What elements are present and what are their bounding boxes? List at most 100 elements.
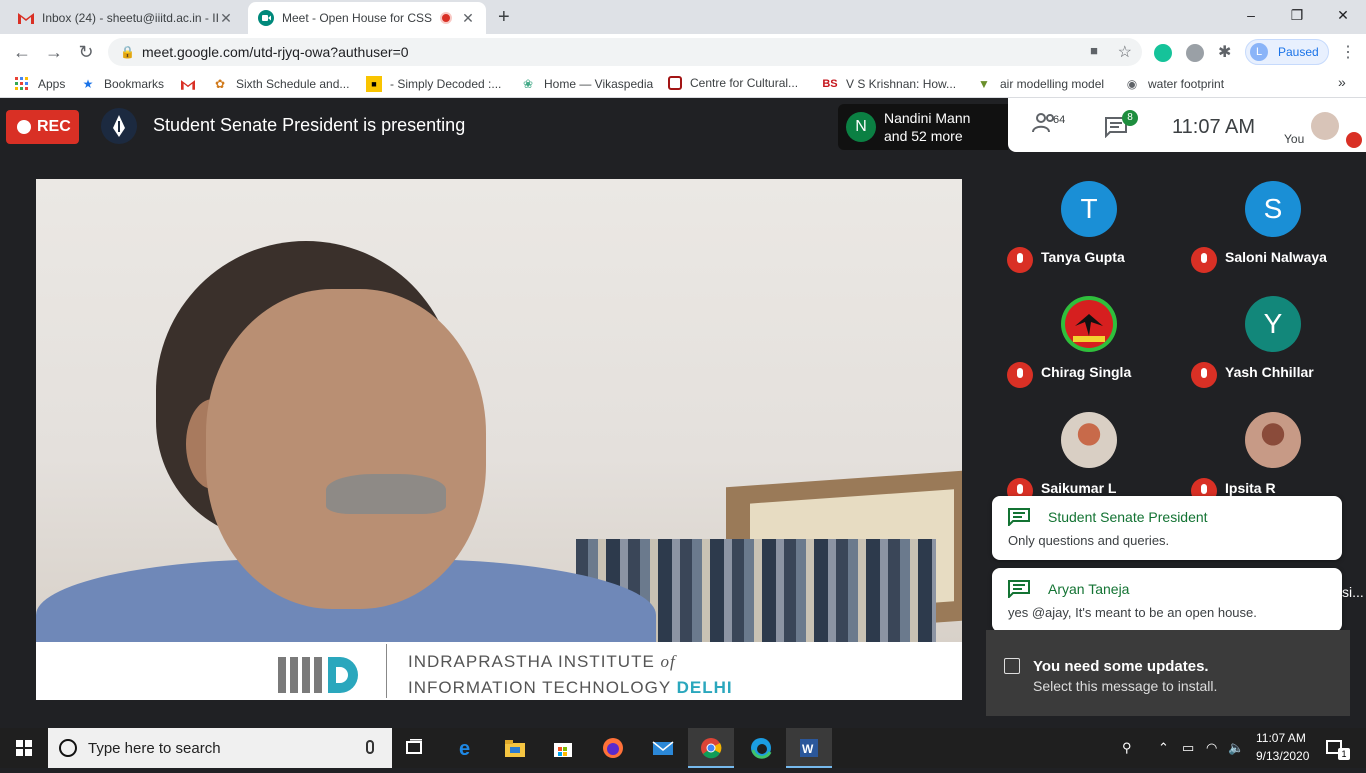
bookmarks-overflow-button[interactable]: » (1338, 74, 1346, 90)
windows-logo-icon (16, 740, 32, 756)
bookmark-simply-decoded[interactable]: ■ - Simply Decoded :... (366, 76, 501, 92)
puzzle-extensions-icon[interactable]: ✱ (1218, 44, 1236, 62)
wifi-icon[interactable]: ◠ (1206, 740, 1217, 756)
profile-status: Paused (1278, 45, 1319, 59)
institute-name-line2: INFORMATION TECHNOLOGY DELHI (408, 678, 733, 698)
start-button[interactable] (0, 728, 48, 768)
chat-toast[interactable]: Aryan Taneja yes @ajay, It's meant to be… (992, 568, 1342, 632)
apps-grid-icon (14, 76, 30, 92)
bookmark-gmail[interactable] (180, 76, 204, 92)
bookmark-vs-krishnan[interactable]: BS V S Krishnan: How... (822, 76, 956, 92)
close-icon[interactable]: ✕ (460, 10, 476, 27)
bookmark-vikaspedia[interactable]: ❀ Home — Vikaspedia (520, 76, 653, 92)
participant-tile[interactable]: T Tanya Gupta (1007, 181, 1177, 281)
bookmark-sixth-schedule[interactable]: ✿ Sixth Schedule and... (212, 76, 349, 92)
participant-name: Ipsita R (1225, 480, 1276, 496)
file-explorer-icon[interactable] (492, 728, 538, 768)
meet-top-bar: REC Student Senate President is presenti… (0, 98, 1366, 154)
edge-icon[interactable] (738, 728, 784, 768)
windows-update-notification[interactable]: You need some updates. Select this messa… (986, 630, 1350, 716)
bookmark-icon: ❀ (522, 77, 534, 91)
address-bar[interactable]: 🔒 meet.google.com/utd-rjyq-owa?authuser=… (108, 38, 1142, 66)
institute-city-text: DELHI (676, 678, 733, 697)
profile-button[interactable]: L Paused (1245, 39, 1329, 65)
recording-indicator[interactable]: REC (6, 110, 79, 144)
self-avatar[interactable] (1311, 112, 1339, 140)
firefox-icon[interactable] (590, 728, 636, 768)
chat-message: yes @ajay, It's meant to be an open hous… (1008, 605, 1257, 620)
menu-kebab-icon[interactable]: ⋮ (1340, 42, 1356, 62)
meet-clock: 11:07 AM (1172, 116, 1256, 138)
institute-name-line1: INDRAPRASTHA INSTITUTE of (408, 652, 676, 672)
chat-toast[interactable]: Student Senate President Only questions … (992, 496, 1342, 560)
institute-name-text: INFORMATION TECHNOLOGY (408, 678, 671, 697)
participant-tile[interactable]: Chirag Singla (1007, 296, 1177, 396)
new-tab-button[interactable]: + (498, 6, 510, 29)
grammarly-extension-icon[interactable] (1154, 44, 1172, 62)
edge-legacy-icon[interactable]: e (444, 728, 490, 768)
self-label: You (1284, 132, 1305, 146)
participants-summary[interactable]: N Nandini Mann and 52 more (838, 104, 1008, 150)
avatar: Y (1245, 296, 1301, 352)
bookmark-icon: ▼ (978, 77, 990, 91)
institute-of-text: of (660, 652, 676, 671)
bookmark-icon: ■ (366, 76, 382, 92)
restore-button[interactable]: ❐ (1274, 0, 1320, 30)
participant-tile[interactable]: Y Yash Chhillar (1191, 296, 1361, 396)
notification-title: You need some updates. (1033, 658, 1209, 675)
bookmark-ccrt[interactable]: Centre for Cultural... (668, 76, 798, 90)
store-icon[interactable] (540, 728, 586, 768)
back-button[interactable]: ← (10, 40, 34, 64)
tab-meet[interactable]: Meet - Open House for CSSS ✕ (248, 2, 486, 34)
tab-title: Inbox (24) - sheetu@iiitd.ac.in - II (42, 11, 218, 25)
meet-call-area: REC Student Senate President is presenti… (0, 98, 1366, 728)
bookmark-star-icon[interactable]: ☆ (1118, 42, 1132, 62)
close-window-button[interactable]: ✕ (1320, 0, 1366, 30)
notification-subtitle: Select this message to install. (1033, 678, 1218, 694)
tab-inbox[interactable]: Inbox (24) - sheetu@iiitd.ac.in - II ✕ (8, 2, 244, 34)
participant-more: and 52 more (884, 128, 963, 144)
chrome-icon[interactable] (688, 728, 734, 768)
avatar: N (846, 112, 876, 142)
bookmark-icon: BS (822, 78, 838, 90)
tray-clock[interactable]: 11:07 AM (1256, 731, 1306, 745)
camera-icon[interactable]: ■ (1090, 43, 1098, 58)
browser-toolbar: ← → ↻ 🔒 meet.google.com/utd-rjyq-owa?aut… (0, 34, 1366, 70)
chevron-up-icon[interactable]: ⌃ (1158, 740, 1169, 756)
microphone-icon[interactable] (366, 740, 374, 754)
avatar: L (1250, 43, 1268, 61)
forward-button[interactable]: → (42, 40, 66, 64)
close-icon[interactable]: ✕ (218, 10, 234, 27)
taskbar-search-box[interactable]: Type here to search (48, 728, 392, 768)
chat-icon (1008, 508, 1030, 526)
speaker-mustache (326, 474, 446, 514)
tray-date[interactable]: 9/13/2020 (1256, 749, 1309, 763)
notification-count-badge: 1 (1338, 748, 1350, 760)
mail-icon[interactable] (640, 728, 686, 768)
bookmark-water-footprint[interactable]: ◉ water footprint (1124, 76, 1224, 92)
participant-name: Nandini Mann (884, 110, 971, 126)
bookmark-air-modelling[interactable]: ▼ air modelling model (976, 76, 1104, 92)
bookmark-label: Bookmarks (104, 77, 165, 91)
extension-icon[interactable] (1186, 44, 1204, 62)
bookmark-bookmarks[interactable]: ★ Bookmarks (80, 76, 164, 92)
mic-off-icon (1191, 362, 1217, 388)
participant-tile[interactable]: S Saloni Nalwaya (1191, 181, 1361, 281)
people-tray-icon[interactable]: ⚲ (1122, 740, 1132, 756)
battery-icon[interactable]: ▭ (1182, 740, 1194, 756)
participant-name: Yash Chhillar (1225, 364, 1314, 380)
bookmark-apps[interactable]: Apps (14, 76, 65, 92)
reload-button[interactable]: ↻ (74, 40, 98, 64)
minimize-button[interactable]: – (1228, 0, 1274, 30)
chat-message: Only questions and queries. (1008, 533, 1170, 548)
search-icon (59, 739, 77, 757)
task-view-button[interactable] (392, 728, 438, 768)
participant-name: Chirag Singla (1041, 364, 1132, 380)
record-dot-icon (17, 120, 31, 134)
truncated-participant-name: si... (1342, 584, 1364, 600)
bookmark-icon: ✿ (214, 77, 226, 91)
svg-text:W: W (802, 742, 814, 756)
mic-off-icon (1007, 247, 1033, 273)
volume-icon[interactable]: 🔈 (1228, 740, 1244, 756)
word-icon[interactable]: W (786, 728, 832, 768)
